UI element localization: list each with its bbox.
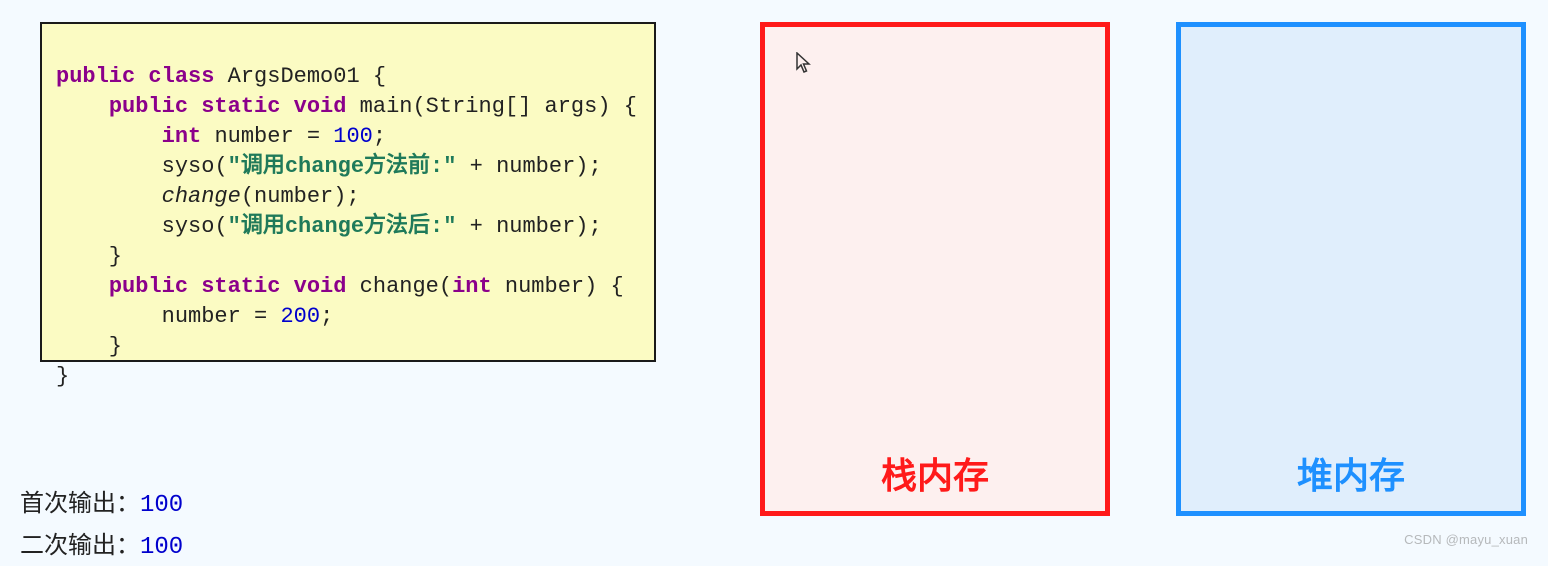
- kw-public3: public: [109, 274, 188, 299]
- syso2: syso: [162, 214, 215, 239]
- class-name: ArgsDemo01: [228, 64, 360, 89]
- semi2: ;: [320, 304, 333, 329]
- lit-100: 100: [333, 124, 373, 149]
- kw-class: class: [148, 64, 214, 89]
- plus-number2: + number);: [456, 214, 601, 239]
- output-2-value: 100: [140, 534, 183, 561]
- output-2-label: 二次输出：: [20, 532, 140, 559]
- output-1-label: 首次输出：: [20, 490, 140, 517]
- change-params-close: number) {: [492, 274, 624, 299]
- kw-int: int: [162, 124, 202, 149]
- kw-public: public: [56, 64, 135, 89]
- call-change: change: [162, 184, 241, 209]
- change-arg: (number);: [241, 184, 360, 209]
- output-line-1: 首次输出：100: [20, 484, 183, 526]
- heap-memory-label: 堆内存: [1181, 447, 1521, 499]
- main-params: (String[] args) {: [412, 94, 636, 119]
- plus-number1: + number);: [456, 154, 601, 179]
- stack-memory-box: 栈内存: [760, 22, 1110, 516]
- output-line-2: 二次输出：100: [20, 526, 183, 566]
- stack-memory-label: 栈内存: [765, 447, 1105, 499]
- eq: =: [294, 124, 334, 149]
- lit-200: 200: [280, 304, 320, 329]
- code-block: public class ArgsDemo01 { public static …: [40, 22, 656, 362]
- assign200-pre: number =: [162, 304, 281, 329]
- syso1: syso: [162, 154, 215, 179]
- method-change: change: [360, 274, 439, 299]
- str-after: "调用change方法后:": [228, 214, 457, 239]
- output-1-value: 100: [140, 492, 183, 519]
- kw-static2: static: [201, 274, 280, 299]
- kw-int2: int: [452, 274, 492, 299]
- kw-void2: void: [294, 274, 347, 299]
- kw-void: void: [294, 94, 347, 119]
- output-lines: 首次输出：100 二次输出：100: [20, 484, 183, 566]
- semi1: ;: [373, 124, 386, 149]
- heap-memory-box: 堆内存: [1176, 22, 1526, 516]
- var-number: number: [214, 124, 293, 149]
- method-main: main: [360, 94, 413, 119]
- kw-static: static: [201, 94, 280, 119]
- kw-public2: public: [109, 94, 188, 119]
- watermark: CSDN @mayu_xuan: [1404, 532, 1528, 547]
- change-params-open: (: [439, 274, 452, 299]
- str-before: "调用change方法前:": [228, 154, 457, 179]
